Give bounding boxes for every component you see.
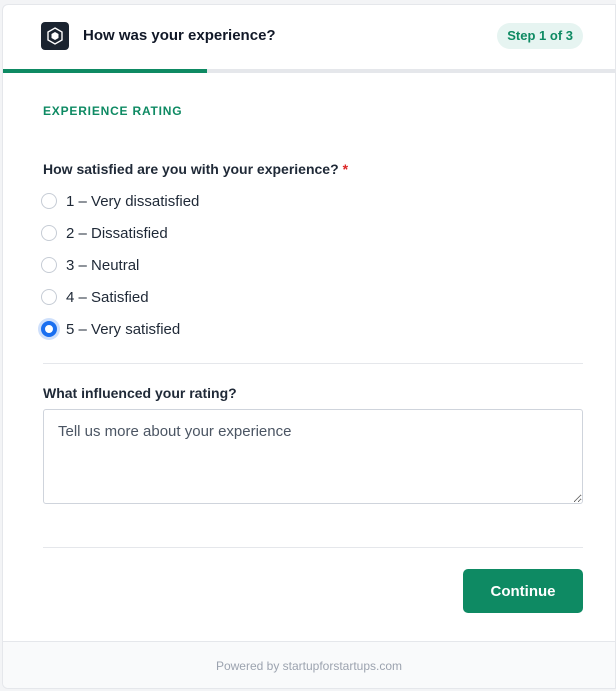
influence-textarea[interactable] — [43, 409, 583, 504]
progress-bar — [3, 69, 615, 73]
continue-button[interactable]: Continue — [463, 569, 583, 613]
survey-card: How was your experience? Step 1 of 3 EXP… — [2, 4, 616, 689]
rating-option-label: 2 – Dissatisfied — [66, 224, 168, 242]
rating-option[interactable]: 1 – Very dissatisfied — [41, 185, 199, 217]
radio-button[interactable] — [41, 225, 57, 241]
rating-options: 1 – Very dissatisfied 2 – Dissatisfied 3 –… — [41, 185, 199, 345]
rating-option[interactable]: 5 – Very satisfied — [41, 313, 199, 345]
rating-option-label: 4 – Satisfied — [66, 288, 149, 306]
radio-button[interactable] — [41, 321, 57, 337]
progress-bar-fill — [3, 69, 207, 73]
brand-logo-icon — [41, 22, 69, 50]
rating-option-label: 3 – Neutral — [66, 256, 140, 274]
rating-option[interactable]: 3 – Neutral — [41, 249, 199, 281]
divider — [43, 363, 583, 364]
step-badge: Step 1 of 3 — [497, 23, 583, 49]
section-label: EXPERIENCE RATING — [43, 104, 183, 118]
radio-button[interactable] — [41, 257, 57, 273]
rating-option-label: 5 – Very satisfied — [66, 320, 181, 338]
radio-button[interactable] — [41, 289, 57, 305]
required-asterisk: * — [342, 161, 349, 177]
footer-powered-by: Powered by startupforstartups.com — [3, 641, 615, 688]
divider — [43, 547, 583, 548]
rating-option-label: 1 – Very dissatisfied — [66, 192, 200, 210]
rating-option[interactable]: 4 – Satisfied — [41, 281, 199, 313]
survey-header: How was your experience? Step 1 of 3 — [3, 5, 615, 69]
rating-option[interactable]: 2 – Dissatisfied — [41, 217, 199, 249]
page-title: How was your experience? — [83, 27, 276, 44]
rating-question-text: How satisfied are you with your experien… — [43, 161, 339, 177]
influence-label: What influenced your rating? — [43, 385, 237, 401]
radio-button[interactable] — [41, 193, 57, 209]
rating-question: How satisfied are you with your experien… — [43, 161, 348, 177]
